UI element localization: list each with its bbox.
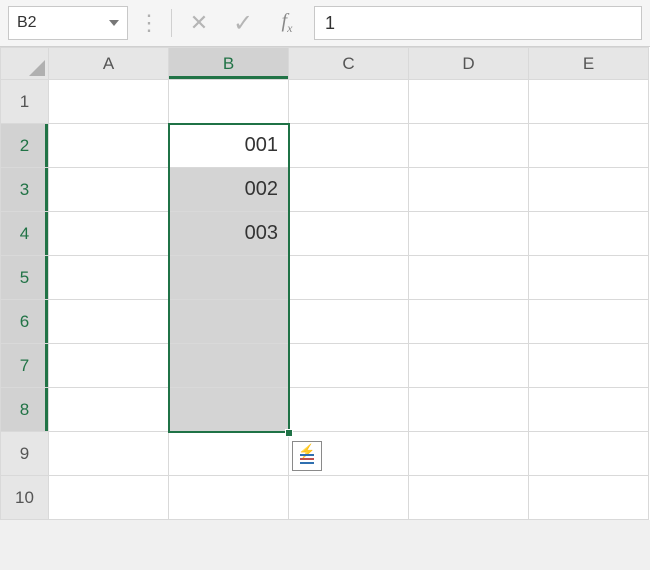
cell-A6[interactable] — [49, 300, 169, 344]
row-header-8[interactable]: 8 — [1, 388, 49, 432]
cell-A10[interactable] — [49, 476, 169, 520]
col-header-A[interactable]: A — [49, 48, 169, 80]
row-header-10[interactable]: 10 — [1, 476, 49, 520]
cell-D2[interactable] — [409, 124, 529, 168]
fill-handle[interactable] — [285, 429, 293, 437]
col-header-B[interactable]: B — [169, 48, 289, 80]
cell-D7[interactable] — [409, 344, 529, 388]
cell-D4[interactable] — [409, 212, 529, 256]
cell-A5[interactable] — [49, 256, 169, 300]
cell-B6[interactable] — [169, 300, 289, 344]
spreadsheet-grid: A B C D E 1 2 001 3 002 — [0, 47, 650, 520]
row-header-1[interactable]: 1 — [1, 80, 49, 124]
fx-icon[interactable]: fx — [270, 10, 304, 36]
formula-input[interactable]: 1 — [314, 6, 642, 40]
cell-D9[interactable] — [409, 432, 529, 476]
cell-E4[interactable] — [529, 212, 649, 256]
cell-B3[interactable]: 002 — [169, 168, 289, 212]
row-header-7[interactable]: 7 — [1, 344, 49, 388]
cell-B8[interactable] — [169, 388, 289, 432]
cell-C1[interactable] — [289, 80, 409, 124]
row-header-5[interactable]: 5 — [1, 256, 49, 300]
cell-A8[interactable] — [49, 388, 169, 432]
autofill-options-button[interactable]: ⚡ — [292, 441, 322, 471]
cell-E9[interactable] — [529, 432, 649, 476]
cell-A1[interactable] — [49, 80, 169, 124]
enter-icon[interactable]: ✓ — [226, 9, 260, 38]
row-header-3[interactable]: 3 — [1, 168, 49, 212]
select-all-corner[interactable] — [1, 48, 49, 80]
col-header-D[interactable]: D — [409, 48, 529, 80]
row-header-4[interactable]: 4 — [1, 212, 49, 256]
formula-bar: B2 ⋮ ✕ ✓ fx 1 — [0, 0, 650, 47]
cell-B9[interactable] — [169, 432, 289, 476]
cell-B10[interactable] — [169, 476, 289, 520]
cell-D8[interactable] — [409, 388, 529, 432]
cell-C5[interactable] — [289, 256, 409, 300]
row-header-6[interactable]: 6 — [1, 300, 49, 344]
formula-input-value: 1 — [325, 13, 335, 34]
row-header-2[interactable]: 2 — [1, 124, 49, 168]
cell-E7[interactable] — [529, 344, 649, 388]
cell-E3[interactable] — [529, 168, 649, 212]
cell-B4[interactable]: 003 — [169, 212, 289, 256]
chevron-down-icon[interactable] — [109, 20, 119, 26]
cell-A4[interactable] — [49, 212, 169, 256]
cell-E10[interactable] — [529, 476, 649, 520]
cell-D5[interactable] — [409, 256, 529, 300]
cell-C10[interactable] — [289, 476, 409, 520]
cell-E2[interactable] — [529, 124, 649, 168]
cell-D6[interactable] — [409, 300, 529, 344]
name-box[interactable]: B2 — [8, 6, 128, 40]
cell-A2[interactable] — [49, 124, 169, 168]
cell-A3[interactable] — [49, 168, 169, 212]
col-header-E[interactable]: E — [529, 48, 649, 80]
row-header-9[interactable]: 9 — [1, 432, 49, 476]
cell-C6[interactable] — [289, 300, 409, 344]
cell-A9[interactable] — [49, 432, 169, 476]
cell-C8[interactable] — [289, 388, 409, 432]
cell-C4[interactable] — [289, 212, 409, 256]
cell-D1[interactable] — [409, 80, 529, 124]
cell-D10[interactable] — [409, 476, 529, 520]
cell-A7[interactable] — [49, 344, 169, 388]
autofill-options-icon: ⚡ — [298, 447, 316, 465]
cell-E6[interactable] — [529, 300, 649, 344]
cell-B1[interactable] — [169, 80, 289, 124]
cell-E8[interactable] — [529, 388, 649, 432]
cell-C3[interactable] — [289, 168, 409, 212]
cell-C7[interactable] — [289, 344, 409, 388]
cell-B2[interactable]: 001 — [169, 124, 289, 168]
cell-B7[interactable] — [169, 344, 289, 388]
cell-C2[interactable] — [289, 124, 409, 168]
cell-E5[interactable] — [529, 256, 649, 300]
col-header-C[interactable]: C — [289, 48, 409, 80]
cell-D3[interactable] — [409, 168, 529, 212]
cell-B5[interactable] — [169, 256, 289, 300]
name-box-value: B2 — [17, 14, 37, 32]
separator — [171, 9, 172, 37]
grid-table: A B C D E 1 2 001 3 002 — [0, 47, 649, 520]
cancel-icon[interactable]: ✕ — [182, 10, 216, 36]
cell-E1[interactable] — [529, 80, 649, 124]
